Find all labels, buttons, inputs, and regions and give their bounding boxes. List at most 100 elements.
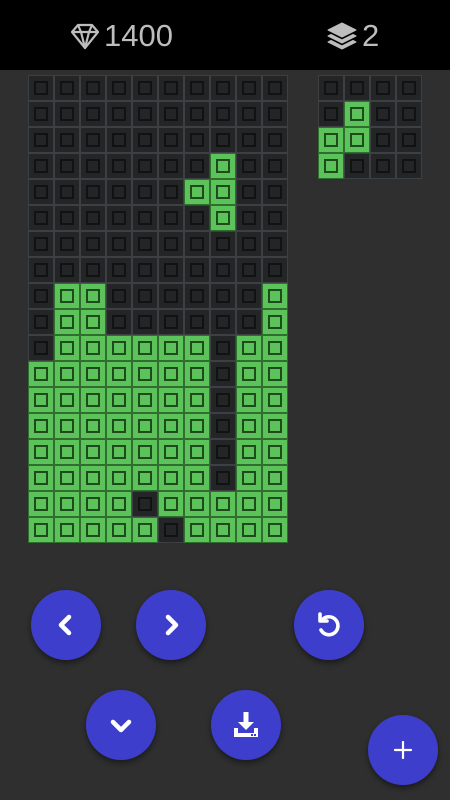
board-cell-empty [262, 101, 288, 127]
board-cell-filled [184, 465, 210, 491]
board-cell-filled [236, 465, 262, 491]
move-left-button[interactable] [31, 590, 101, 660]
board-cell-filled [28, 439, 54, 465]
preview-cell-empty [396, 101, 422, 127]
board-cell-filled [28, 491, 54, 517]
board-cell-empty [210, 231, 236, 257]
board-cell-empty [80, 75, 106, 101]
next-piece-preview [318, 75, 422, 179]
preview-cell-empty [370, 101, 396, 127]
board-cell-filled [158, 387, 184, 413]
board-cell-empty [132, 153, 158, 179]
board-cell-empty [132, 491, 158, 517]
preview-cell-empty [370, 127, 396, 153]
preview-cell-empty [396, 75, 422, 101]
board-cell-empty [236, 257, 262, 283]
board-cell-filled [262, 413, 288, 439]
move-right-button[interactable] [136, 590, 206, 660]
board-cell-empty [106, 101, 132, 127]
board-cell-filled [106, 413, 132, 439]
board-cell-filled [132, 335, 158, 361]
board-cell-empty [28, 127, 54, 153]
board-cell-empty [236, 127, 262, 153]
board-cell-empty [54, 257, 80, 283]
board-cell-empty [184, 75, 210, 101]
board-cell-empty [54, 127, 80, 153]
board-cell-empty [54, 101, 80, 127]
add-button[interactable] [368, 715, 438, 785]
board-cell-empty [158, 153, 184, 179]
board-cell-filled [106, 491, 132, 517]
board-cell-empty [158, 179, 184, 205]
board-cell-filled [262, 283, 288, 309]
board-cell-filled [80, 361, 106, 387]
board-cell-empty [158, 205, 184, 231]
board-cell-empty [158, 127, 184, 153]
board-cell-filled [184, 413, 210, 439]
board-grid [28, 75, 288, 543]
board-cell-empty [28, 335, 54, 361]
board-cell-filled [80, 283, 106, 309]
board-cell-empty [80, 179, 106, 205]
board-cell-filled [132, 439, 158, 465]
board-cell-filled [28, 517, 54, 543]
board-cell-empty [54, 75, 80, 101]
board-cell-filled [262, 517, 288, 543]
preview-cell-filled [318, 127, 344, 153]
preview-cell-empty [318, 101, 344, 127]
board-cell-empty [158, 309, 184, 335]
board-cell-empty [262, 75, 288, 101]
board-cell-empty [132, 101, 158, 127]
board-cell-filled [28, 465, 54, 491]
rotate-button[interactable] [294, 590, 364, 660]
board-cell-empty [210, 127, 236, 153]
board-cell-empty [158, 283, 184, 309]
board-cell-filled [106, 439, 132, 465]
board-cell-filled [54, 491, 80, 517]
board-cell-empty [236, 283, 262, 309]
board-cell-filled [80, 413, 106, 439]
board-cell-filled [184, 335, 210, 361]
board-cell-filled [54, 283, 80, 309]
board-cell-empty [28, 75, 54, 101]
game-board [28, 75, 288, 543]
preview-cell-empty [370, 153, 396, 179]
board-cell-filled [184, 439, 210, 465]
board-cell-filled [262, 491, 288, 517]
board-cell-filled [28, 387, 54, 413]
preview-cell-filled [344, 127, 370, 153]
board-cell-empty [132, 231, 158, 257]
hard-drop-button[interactable] [211, 690, 281, 760]
board-cell-filled [106, 335, 132, 361]
board-cell-empty [106, 75, 132, 101]
board-cell-empty [210, 257, 236, 283]
board-cell-empty [28, 179, 54, 205]
preview-cell-filled [344, 101, 370, 127]
board-cell-filled [132, 387, 158, 413]
board-cell-filled [80, 335, 106, 361]
board-cell-empty [106, 179, 132, 205]
board-cell-filled [262, 335, 288, 361]
plus-icon [390, 737, 416, 763]
board-cell-filled [28, 361, 54, 387]
board-cell-filled [236, 387, 262, 413]
board-cell-empty [80, 101, 106, 127]
board-cell-filled [106, 361, 132, 387]
board-cell-filled [80, 491, 106, 517]
board-cell-filled [54, 387, 80, 413]
board-cell-filled [262, 387, 288, 413]
soft-drop-button[interactable] [86, 690, 156, 760]
board-cell-empty [28, 283, 54, 309]
board-cell-filled [262, 465, 288, 491]
board-cell-empty [158, 257, 184, 283]
download-icon [230, 709, 262, 741]
board-cell-filled [80, 465, 106, 491]
board-cell-filled [236, 335, 262, 361]
board-cell-empty [106, 231, 132, 257]
board-cell-filled [80, 387, 106, 413]
board-cell-filled [132, 413, 158, 439]
board-cell-empty [210, 439, 236, 465]
board-cell-empty [80, 127, 106, 153]
preview-cell-empty [344, 75, 370, 101]
board-cell-empty [184, 101, 210, 127]
